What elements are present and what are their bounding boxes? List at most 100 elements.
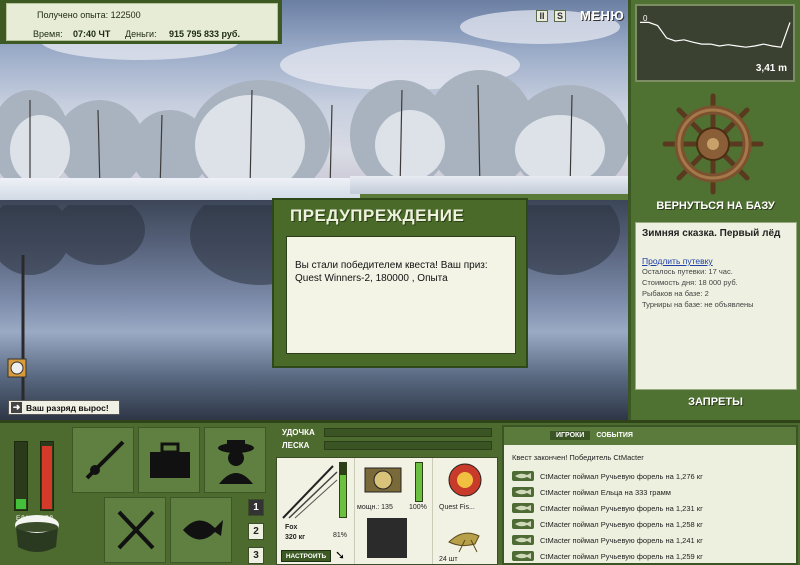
fish-icon <box>512 487 534 497</box>
event-text: CtMacter поймал Ельца на 333 грамм <box>540 487 671 497</box>
reel-image <box>364 467 402 493</box>
event-row: CtMacter поймал Ручьевую форель на 1,231… <box>512 503 703 513</box>
bans-button[interactable]: ЗАПРЕТЫ <box>631 396 800 408</box>
reel-power: мощн.: 135 <box>357 504 393 511</box>
fish-icon <box>183 520 223 540</box>
tackle-box-slot[interactable] <box>138 427 200 493</box>
reel-percent: 100% <box>409 504 427 511</box>
food-meter-fill <box>16 499 26 509</box>
money-value: 915 795 833 руб. <box>169 29 240 39</box>
fork-knife-icon <box>117 510 155 550</box>
line-tension-bar <box>324 441 492 450</box>
line-tension-label: ЛЕСКА <box>282 441 310 450</box>
base-info-line: Стоимость дня: 18 000 руб. <box>642 278 738 287</box>
event-text: CtMacter поймал Ручьевую форель на 1,258… <box>540 519 703 529</box>
dialog-message: Вы стали победителем квеста! Ваш приз: Q… <box>286 236 516 354</box>
event-row: CtMacter поймал Ельца на 333 грамм <box>512 487 671 497</box>
event-text: CtMacter поймал Ручьевую форель на 1,231… <box>540 503 703 513</box>
fishing-rod[interactable] <box>20 255 26 415</box>
rod-name: Fox <box>285 524 298 531</box>
line-spool-icon <box>448 463 482 497</box>
bottom-toolbar: ЕДА ЯД 1 2 3 УДОЧКА ЛЕСКА <box>0 420 800 565</box>
event-row: CtMacter поймал Ручьевую форель на 1,241… <box>512 535 703 545</box>
fish-icon <box>512 519 534 529</box>
rod-slot[interactable] <box>72 427 134 493</box>
fisherman-icon <box>218 440 254 484</box>
base-info-line: Рыбаков на базе: 2 <box>642 289 709 298</box>
food-pot-icon[interactable] <box>12 509 62 557</box>
reel-wear-bar <box>415 462 423 502</box>
rod-cell[interactable]: 81% Fox 320 кг НАСТРОИТЬ ➘ <box>277 458 355 564</box>
food-meter <box>14 441 28 511</box>
snowy-trees <box>0 70 628 190</box>
events-panel: ИГРОКИ СОБЫТИЯ Квест закончен! Победител… <box>502 425 798 565</box>
tackle-box-icon <box>150 442 190 478</box>
grasshopper-bait-icon <box>448 532 480 553</box>
reel-icon <box>7 358 27 378</box>
snow-bank <box>350 176 628 194</box>
depth-profile <box>640 21 791 48</box>
dialog-title: ПРЕДУПРЕЖДЕНИЕ <box>290 206 465 225</box>
page-button-1[interactable]: 1 <box>248 499 264 516</box>
tab-events[interactable]: СОБЫТИЯ <box>594 431 635 440</box>
event-text: CtMacter поймал Ручьевую форель на 1,241… <box>540 535 703 545</box>
base-info-line: Турниры на базе: не объявлены <box>642 300 754 309</box>
event-row: CtMacter поймал Ручьевую форель на 1,259… <box>512 551 703 561</box>
event-row: CtMacter поймал Ручьевую форель на 1,276… <box>512 471 703 481</box>
rod-icon <box>85 440 125 480</box>
fish-slot[interactable] <box>170 497 232 563</box>
gear-panel: УДОЧКА ЛЕСКА 81% Fox 320 кг НАСТРОИТЬ ➘ <box>276 425 498 565</box>
setup-button[interactable]: НАСТРОИТЬ <box>281 550 331 562</box>
player-info-panel: Получено опыта: 122500 Время: 07:40 ЧТ Д… <box>0 0 282 44</box>
sound-button[interactable]: S <box>554 9 566 22</box>
fisherman-slot[interactable] <box>204 427 266 493</box>
tab-players[interactable]: ИГРОКИ <box>550 431 591 440</box>
warning-dialog[interactable]: ПРЕДУПРЕЖДЕНИЕ Вы стали победителем квес… <box>272 198 528 368</box>
rod-image <box>282 465 338 519</box>
depth-chart: 0 3,41 m <box>635 4 795 82</box>
pause-button[interactable]: II <box>536 9 548 22</box>
event-text: CtMacter поймал Ручьевую форель на 1,276… <box>540 471 703 481</box>
fish-icon <box>512 535 534 545</box>
event-text: CtMacter поймал Ручьевую форель на 1,259… <box>540 551 703 561</box>
line-cell[interactable]: Quest Fis... 24 шт <box>433 458 499 564</box>
rod-weight: 320 кг <box>285 534 306 541</box>
base-title: Зимняя сказка. Первый лёд <box>642 228 781 239</box>
equipment-box: 81% Fox 320 кг НАСТРОИТЬ ➘ мощн.: 135 10… <box>276 457 498 565</box>
rod-wear-bar <box>339 462 347 518</box>
quest-finished-text: Квест закончен! Победитель CtMacter <box>512 453 644 462</box>
rank-notification: ➜ Ваш разряд вырос! <box>8 400 120 415</box>
line-name: Quest Fis... <box>439 504 475 511</box>
arrow-right-icon: ➜ <box>11 402 22 413</box>
quest-finished-message: Квест закончен! Победитель CtMacter <box>512 453 644 462</box>
menu-button[interactable]: МЕНЮ <box>580 8 624 23</box>
fish-icon <box>512 551 534 561</box>
poison-meter-fill <box>42 446 52 509</box>
event-row: CtMacter поймал Ручьевую форель на 1,258… <box>512 519 703 529</box>
poison-meter <box>40 441 54 511</box>
hook-slot-image <box>367 518 407 558</box>
return-to-base-button[interactable]: ВЕРНУТЬСЯ НА БАЗУ <box>631 200 800 212</box>
time-value: 07:40 ЧТ <box>73 29 111 39</box>
ship-wheel-icon[interactable] <box>661 92 765 196</box>
depth-value: 3,41 m <box>755 63 787 74</box>
fish-icon <box>512 503 534 513</box>
page-button-2[interactable]: 2 <box>248 523 264 540</box>
rank-message: Ваш разряд вырос! <box>26 402 109 413</box>
cooking-slot[interactable] <box>104 497 166 563</box>
money-label: Деньги: <box>125 29 157 39</box>
fish-icon <box>512 471 534 481</box>
rod-tension-label: УДОЧКА <box>282 428 315 437</box>
experience-text: Получено опыта: 122500 <box>37 10 141 20</box>
extend-permit-link[interactable]: Продлить путевку <box>642 256 790 266</box>
time-label: Время: <box>33 29 63 39</box>
reel-cell[interactable]: мощн.: 135 100% <box>355 458 433 564</box>
base-info-line: Осталось путевки: 17 час. <box>642 267 733 276</box>
bait-count: 24 шт <box>439 556 458 563</box>
arrow-icon: ➘ <box>335 548 346 562</box>
rod-percent: 81% <box>333 532 348 539</box>
base-info-card: Зимняя сказка. Первый лёд Продлить путев… <box>635 222 797 390</box>
top-controls: II S МЕНЮ <box>536 8 624 23</box>
page-button-3[interactable]: 3 <box>248 547 264 564</box>
rod-tension-bar <box>324 428 492 437</box>
